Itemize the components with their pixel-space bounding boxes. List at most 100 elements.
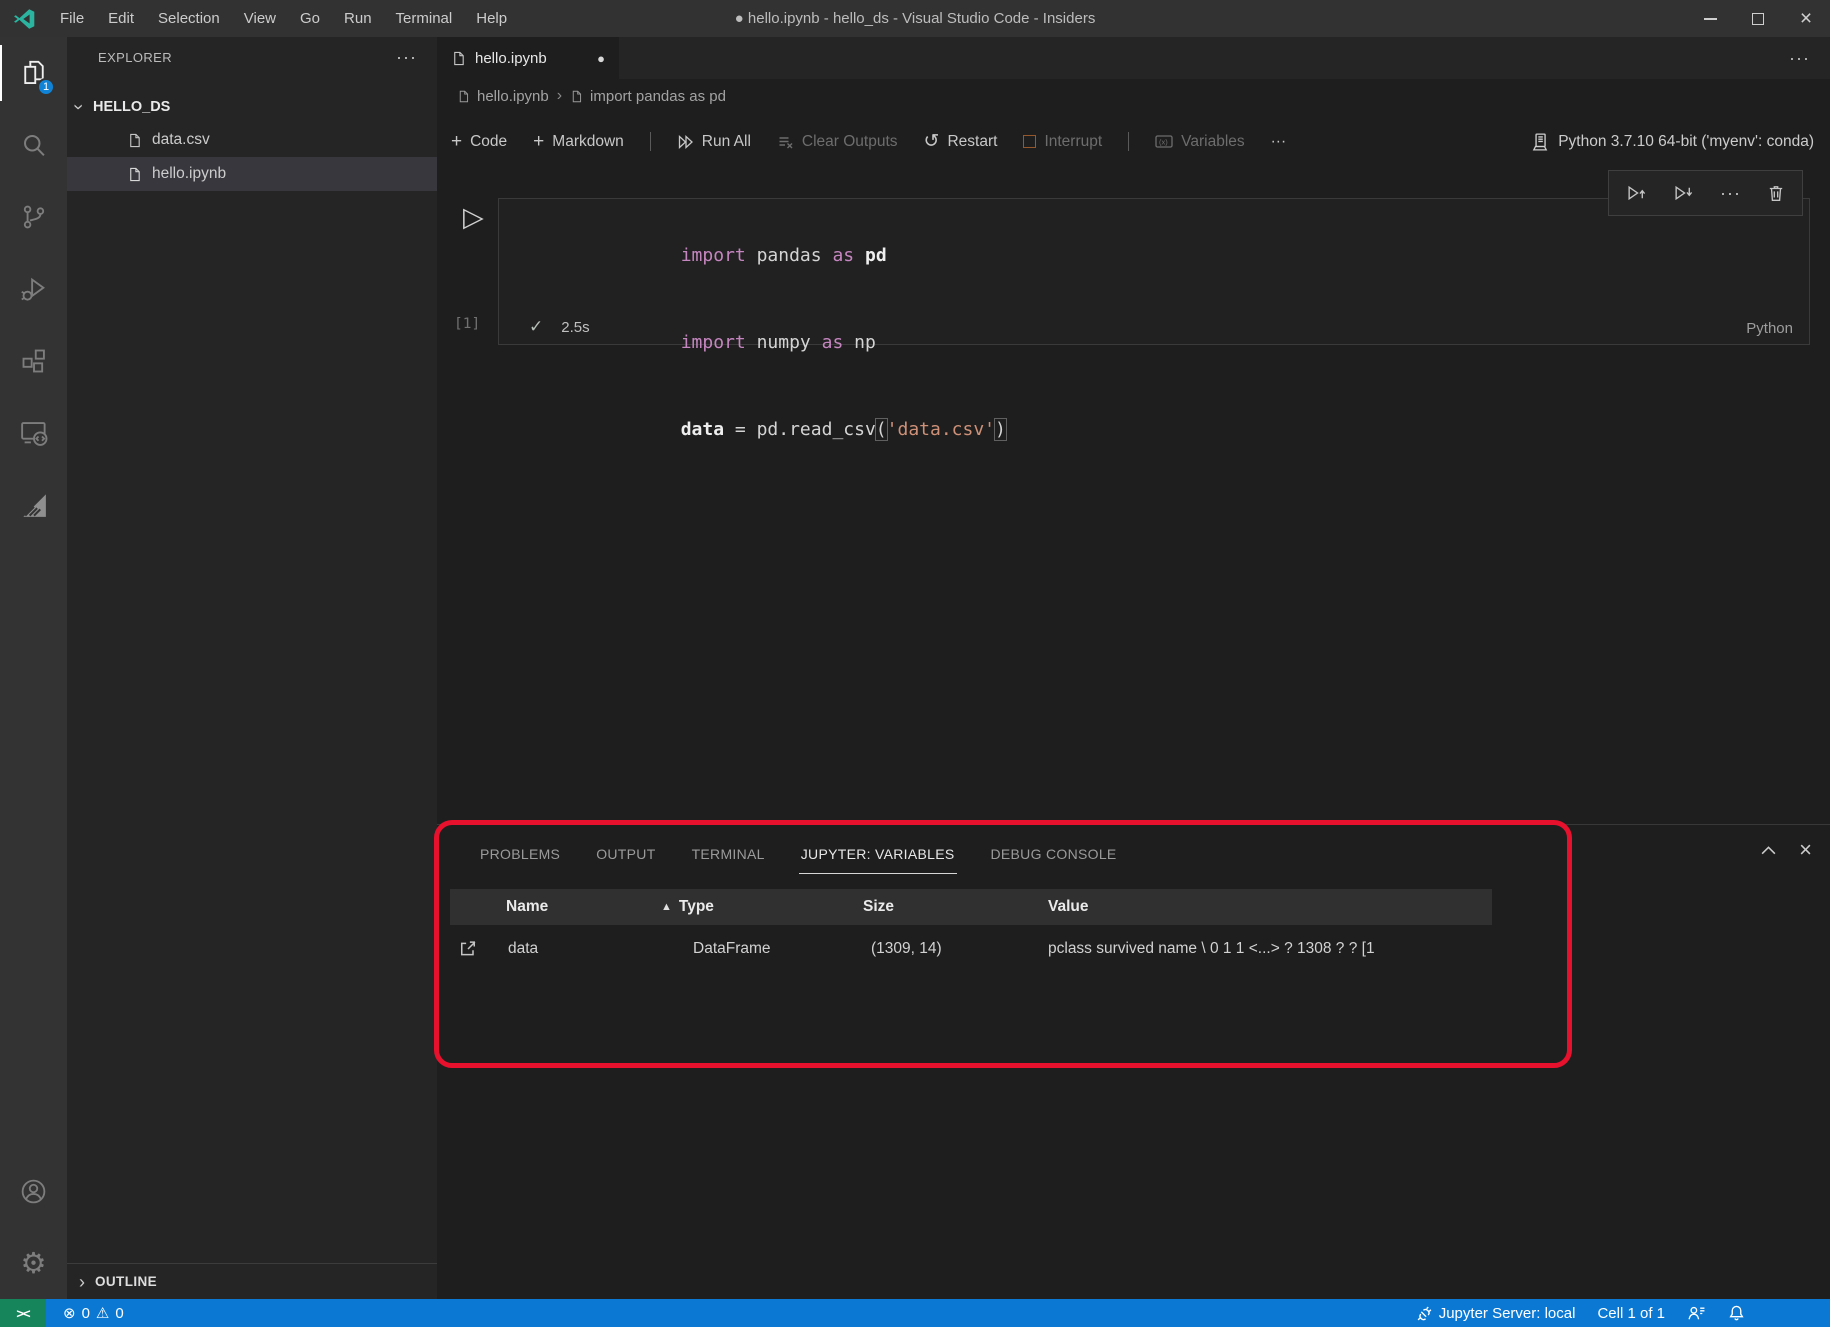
toolbar-divider xyxy=(1128,132,1129,151)
outline-section[interactable]: › OUTLINE xyxy=(67,1263,437,1299)
jupyter-server-indicator[interactable]: Jupyter Server: local xyxy=(1407,1305,1585,1322)
trash-icon xyxy=(1767,184,1785,202)
tab-bar: hello.ipynb ● ··· xyxy=(437,37,1830,79)
outline-label: OUTLINE xyxy=(95,1274,157,1289)
code-cell[interactable]: import pandas as pd import numpy as np d… xyxy=(498,198,1810,345)
variables-table-header: Name ▲ Type Size Value xyxy=(450,889,1492,925)
run-cells-above-button[interactable] xyxy=(1626,184,1647,202)
tab-output[interactable]: OUTPUT xyxy=(578,825,673,879)
variable-size: (1309, 14) xyxy=(855,940,1040,958)
maximize-button[interactable] xyxy=(1734,0,1782,37)
menu-go[interactable]: Go xyxy=(288,0,332,37)
close-button[interactable]: × xyxy=(1782,0,1830,37)
panel-tab-bar: PROBLEMS OUTPUT TERMINAL JUPYTER: VARIAB… xyxy=(437,825,1830,879)
sidebar-item-deploy[interactable] xyxy=(0,469,67,541)
tab-jupyter-variables[interactable]: JUPYTER: VARIABLES xyxy=(783,825,973,879)
menu-selection[interactable]: Selection xyxy=(146,0,232,37)
restart-icon: ↺ xyxy=(924,132,940,151)
column-header-size[interactable]: Size xyxy=(855,898,1040,916)
code-line: import pandas as pd xyxy=(529,212,1809,299)
modified-dot-icon[interactable]: ● xyxy=(597,51,605,66)
activity-bar: 1 xyxy=(0,37,67,1299)
file-label: data.csv xyxy=(152,131,210,149)
menu-file[interactable]: File xyxy=(48,0,96,37)
settings-button[interactable]: ⚙ xyxy=(0,1227,67,1299)
sidebar-item-source-control[interactable] xyxy=(0,181,67,253)
column-header-type[interactable]: ▲ Type xyxy=(655,898,855,916)
sidebar-item-run-debug[interactable] xyxy=(0,253,67,325)
minimize-button[interactable] xyxy=(1686,0,1734,37)
sidebar-item-remote-explorer[interactable] xyxy=(0,397,67,469)
vscode-insiders-logo-icon xyxy=(12,7,36,31)
column-header-value[interactable]: Value xyxy=(1040,898,1492,916)
breadcrumb-cell[interactable]: import pandas as pd xyxy=(570,88,726,105)
menu-help[interactable]: Help xyxy=(464,0,519,37)
column-header-name[interactable]: Name xyxy=(500,898,655,916)
file-icon xyxy=(127,132,142,149)
breadcrumb-separator: › xyxy=(557,87,562,105)
search-icon xyxy=(20,131,48,159)
menu-run[interactable]: Run xyxy=(332,0,384,37)
editor-more-actions-button[interactable]: ··· xyxy=(1789,37,1830,79)
toolbar-more-button[interactable]: ··· xyxy=(1271,133,1287,151)
remote-indicator[interactable]: >< xyxy=(0,1299,46,1327)
delete-cell-button[interactable] xyxy=(1767,184,1785,202)
tab-hello-ipynb[interactable]: hello.ipynb ● xyxy=(437,37,619,79)
file-item-data-csv[interactable]: data.csv xyxy=(67,123,437,157)
variables-button[interactable]: (x) Variables xyxy=(1155,133,1244,151)
menu-edit[interactable]: Edit xyxy=(96,0,146,37)
cell-more-actions-button[interactable]: ··· xyxy=(1720,183,1741,204)
explorer-badge: 1 xyxy=(37,78,55,96)
explorer-more-actions-button[interactable]: ··· xyxy=(396,47,417,68)
chevron-down-icon: › xyxy=(70,104,88,110)
execution-count: [1] xyxy=(454,316,480,332)
run-cell-and-below-button[interactable] xyxy=(1673,184,1694,202)
feedback-button[interactable] xyxy=(1678,1305,1715,1322)
menu-view[interactable]: View xyxy=(232,0,288,37)
menu-terminal[interactable]: Terminal xyxy=(384,0,465,37)
code-line: import numpy as np xyxy=(529,299,1809,386)
maximize-icon xyxy=(1752,13,1764,25)
svg-text:(x): (x) xyxy=(1159,138,1168,147)
open-external-icon xyxy=(458,939,478,959)
sidebar-item-extensions[interactable] xyxy=(0,325,67,397)
interrupt-button[interactable]: Interrupt xyxy=(1023,133,1102,151)
add-markdown-cell-button[interactable]: + Markdown xyxy=(533,132,624,151)
folder-hello-ds[interactable]: › HELLO_DS xyxy=(67,91,437,123)
title-bar: File Edit Selection View Go Run Terminal… xyxy=(0,0,1830,37)
notifications-button[interactable] xyxy=(1719,1304,1754,1322)
window-title: ● hello.ipynb - hello_ds - Visual Studio… xyxy=(735,10,1096,27)
problems-indicator[interactable]: ⊗ 0 ⚠ 0 xyxy=(54,1304,133,1322)
breadcrumb-file[interactable]: hello.ipynb xyxy=(457,88,549,105)
sidebar-item-explorer[interactable]: 1 xyxy=(0,37,67,109)
open-variable-button[interactable] xyxy=(450,939,500,959)
vscode-window: File Edit Selection View Go Run Terminal… xyxy=(0,0,1830,1327)
variable-type: DataFrame xyxy=(655,940,855,958)
sidebar-item-search[interactable] xyxy=(0,109,67,181)
deploy-triangle-icon xyxy=(19,490,49,520)
restart-kernel-button[interactable]: ↺ Restart xyxy=(924,132,998,151)
close-panel-button[interactable]: × xyxy=(1799,839,1812,861)
run-cell-button[interactable]: ▷ xyxy=(463,204,484,231)
breadcrumb: hello.ipynb › import pandas as pd xyxy=(437,79,1830,113)
tab-terminal[interactable]: TERMINAL xyxy=(674,825,783,879)
file-item-hello-ipynb[interactable]: hello.ipynb xyxy=(67,157,437,191)
plus-icon: + xyxy=(533,132,544,151)
code-editor[interactable]: import pandas as pd import numpy as np d… xyxy=(499,199,1809,473)
cell-indicator[interactable]: Cell 1 of 1 xyxy=(1588,1305,1674,1322)
cell-language-picker[interactable]: Python xyxy=(1746,320,1793,337)
error-icon: ⊗ xyxy=(63,1304,76,1322)
status-bar: >< ⊗ 0 ⚠ 0 Jupyter Server: local Cell 1 … xyxy=(0,1299,1830,1327)
add-code-cell-button[interactable]: + Code xyxy=(451,132,507,151)
run-all-button[interactable]: Run All xyxy=(677,133,751,151)
variable-row-data[interactable]: data DataFrame (1309, 14) pclass survive… xyxy=(450,925,1492,973)
cell-execution-status: ✓ 2.5s xyxy=(529,317,590,337)
tab-debug-console[interactable]: DEBUG CONSOLE xyxy=(973,825,1135,879)
account-button[interactable] xyxy=(0,1155,67,1227)
tab-problems[interactable]: PROBLEMS xyxy=(462,825,578,879)
maximize-panel-button[interactable] xyxy=(1760,844,1777,856)
file-icon xyxy=(570,89,583,104)
variables-icon: (x) xyxy=(1155,134,1173,149)
clear-outputs-button[interactable]: Clear Outputs xyxy=(777,133,898,151)
kernel-picker[interactable]: Python 3.7.10 64-bit ('myenv': conda) xyxy=(1531,133,1830,151)
